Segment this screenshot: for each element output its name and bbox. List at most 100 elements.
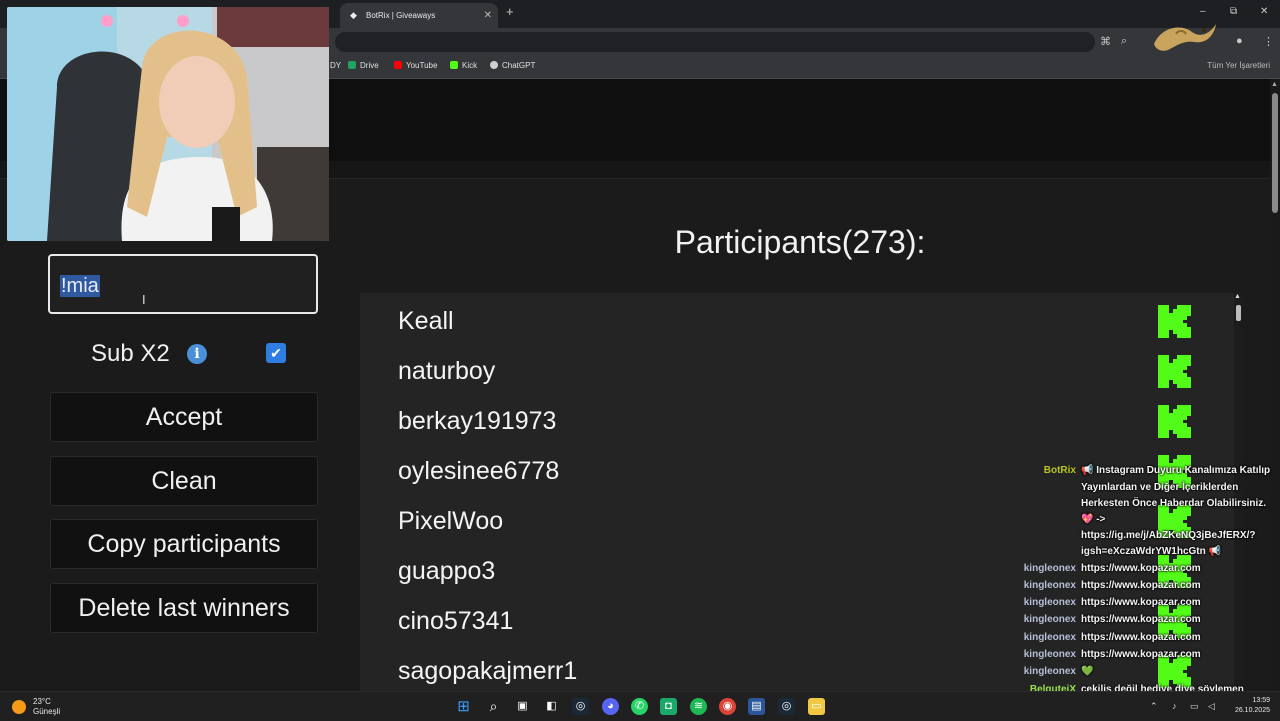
all-bookmarks[interactable]: Tüm Yer İşaretleri — [1207, 61, 1270, 70]
webcam-overlay — [7, 7, 329, 241]
kick-icon — [1158, 305, 1191, 338]
windows-start-icon[interactable]: ⊞ — [455, 698, 472, 715]
chat-text: 📢 Instagram Duyuru Kanalımıza Katılıp — [1081, 465, 1271, 476]
tab-close-icon[interactable]: ✕ — [484, 3, 492, 28]
chat-text: https://www.kopazar.com — [1081, 649, 1201, 660]
participants-title: Participants(273): — [674, 224, 926, 260]
chat-text: https://www.kopazar.com — [1081, 632, 1201, 643]
file-explorer-icon[interactable]: ▭ — [808, 698, 825, 715]
chat-overlay: BotRix 📢 Instagram Duyuru Kanalımıza Katı… — [1000, 462, 1280, 711]
participant-name: sagopakajmerr1 — [398, 657, 578, 685]
chatgpt-icon — [490, 61, 498, 69]
translate-icon[interactable]: ⌘ — [1100, 35, 1111, 48]
app-icon[interactable]: ◧ — [543, 698, 560, 715]
info-icon[interactable]: i — [187, 344, 207, 364]
chat-username: kingleonex — [1023, 597, 1076, 608]
maximize-icon[interactable]: ⧉ — [1230, 6, 1237, 17]
app-green-icon[interactable]: ◘ — [660, 698, 677, 715]
zoom-icon[interactable]: ⌕ — [1121, 35, 1127, 48]
page-scroll-thumb[interactable] — [1272, 93, 1278, 213]
steam-icon[interactable]: ◎ — [572, 698, 589, 715]
chat-text: https://www.kopazar.com — [1081, 563, 1201, 574]
temperature: 23°C — [33, 697, 51, 706]
chat-username: kingleonex — [1023, 580, 1076, 591]
bookmark-dy[interactable]: DY — [330, 61, 341, 70]
chat-text: https://www.kopazar.com — [1081, 580, 1201, 591]
botrix-favicon-icon: ◆ — [350, 10, 357, 20]
microphone-icon[interactable]: ♪ — [1172, 701, 1177, 711]
profile-avatar-icon[interactable]: ● — [1236, 35, 1243, 47]
tab-botrix-giveaways[interactable]: ◆ BotRix | Giveaways ✕ — [340, 3, 498, 28]
scroll-up-icon[interactable]: ▲ — [1271, 81, 1278, 88]
participant-name: PixelWoo — [398, 507, 504, 535]
bookmark-youtube-label: YouTube — [406, 61, 438, 70]
volume-icon[interactable]: ◁ — [1208, 701, 1215, 712]
sub-x2-label: Sub X2 — [91, 340, 170, 367]
tray-chevron-icon[interactable]: ⌃ — [1150, 701, 1158, 712]
bookmark-kick-label: Kick — [462, 61, 478, 70]
whatsapp-icon[interactable]: ✆ — [631, 698, 648, 715]
weather-text: 23°C Güneşli — [33, 697, 60, 717]
steam-icon-2[interactable]: ◎ — [778, 698, 795, 715]
task-view-icon[interactable]: ▣ — [514, 698, 531, 715]
chat-text: Yayınlardan ve Diğer İçeriklerden — [1081, 482, 1239, 493]
chat-username: BotRix — [1043, 465, 1076, 476]
clock[interactable]: 13:59 26.10.2025 — [1222, 696, 1270, 716]
chat-text: igsh=eXczaWdrYW1hcGtn 📢 — [1081, 546, 1221, 557]
spotify-icon[interactable]: ≋ — [690, 698, 707, 715]
weather-condition: Güneşli — [33, 707, 61, 716]
chat-username: kingleonex — [1023, 666, 1076, 677]
bookmark-drive[interactable]: Drive — [348, 61, 379, 70]
kick-icon — [1158, 405, 1191, 438]
chat-text: https://www.kopazar.com — [1081, 597, 1201, 608]
bookmark-kick[interactable]: Kick — [450, 61, 477, 70]
network-icon[interactable]: ▭ — [1190, 701, 1199, 712]
menu-icon[interactable]: ⋮ — [1263, 35, 1274, 48]
command-input[interactable]: !mia — [48, 254, 318, 314]
windows-taskbar: 23°C Güneşli ⊞ ⌕ ▣ ◧ ◎ ◕ ✆ ◘ ≋ ◉ ▤ ◎ ▭ ⌃ … — [0, 691, 1280, 721]
bookmark-youtube[interactable]: YouTube — [394, 61, 437, 70]
chat-username: kingleonex — [1023, 563, 1076, 574]
chat-text: https://ig.me/j/AbZKeNQ3jBeJfERX/? — [1081, 530, 1256, 541]
bookmark-drive-label: Drive — [360, 61, 379, 70]
window-close-icon[interactable]: ✕ — [1260, 6, 1268, 17]
sub-x2-checkbox[interactable]: ✔ — [266, 343, 286, 363]
list-scroll-up-icon[interactable]: ▲ — [1234, 293, 1241, 300]
tab-title: BotRix | Giveaways — [366, 11, 436, 20]
kick-icon — [1158, 355, 1191, 388]
kick-icon — [450, 61, 458, 69]
sun-icon — [12, 700, 26, 714]
search-icon[interactable]: ⌕ — [485, 698, 502, 715]
copy-participants-button[interactable]: Copy participants — [50, 519, 318, 569]
app-blue-icon[interactable]: ▤ — [748, 698, 765, 715]
participant-name: cino57341 — [398, 607, 514, 635]
chat-username: kingleonex — [1023, 614, 1076, 625]
new-tab-icon[interactable]: + — [506, 4, 514, 19]
accept-button[interactable]: Accept — [50, 392, 318, 442]
discord-icon[interactable]: ◕ — [602, 698, 619, 715]
participant-name: oylesinee6778 — [398, 457, 560, 485]
youtube-icon — [394, 61, 402, 69]
chat-username: kingleonex — [1023, 649, 1076, 660]
delete-last-winners-button[interactable]: Delete last winners — [50, 583, 318, 633]
chat-username: kingleonex — [1023, 632, 1076, 643]
text-cursor-icon: I — [142, 292, 146, 307]
drive-icon — [348, 61, 356, 69]
clock-date: 26.10.2025 — [1234, 707, 1270, 714]
chrome-icon[interactable]: ◉ — [719, 698, 736, 715]
bookmark-chatgpt-label: ChatGPT — [502, 61, 536, 70]
dragon-logo-icon — [1154, 24, 1216, 51]
chat-text: 💚 — [1081, 666, 1094, 677]
address-bar[interactable] — [335, 32, 1095, 52]
participant-name: guappo3 — [398, 557, 496, 585]
clock-time: 13:59 — [1252, 697, 1270, 704]
participants-scroll-thumb[interactable] — [1236, 305, 1241, 321]
participant-name: Keall — [398, 307, 454, 335]
chat-text: https://www.kopazar.com — [1081, 614, 1201, 625]
chat-text: Herkesten Önce Haberdar Olabilirsiniz. — [1081, 498, 1267, 509]
command-input-value: !mia — [60, 275, 100, 297]
bookmark-chatgpt[interactable]: ChatGPT — [490, 61, 535, 70]
participant-name: naturboy — [398, 357, 496, 385]
clean-button[interactable]: Clean — [50, 456, 318, 506]
participant-name: berkay191973 — [398, 407, 557, 435]
